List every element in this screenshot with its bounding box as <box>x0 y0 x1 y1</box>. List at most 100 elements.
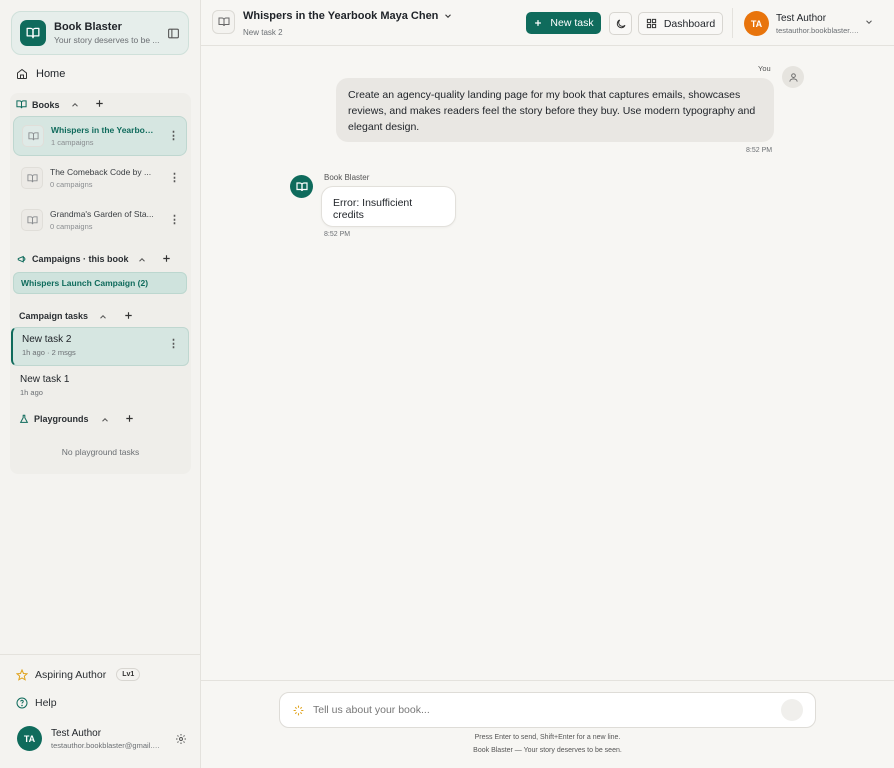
book-icon <box>218 16 230 28</box>
composer-divider <box>201 680 894 681</box>
megaphone-icon <box>17 254 27 264</box>
playgrounds-section-header: Playgrounds <box>19 414 89 424</box>
tasks-section-header: Campaign tasks <box>19 311 88 321</box>
home-label: Home <box>36 68 66 80</box>
flask-icon <box>19 414 29 424</box>
collapse-sidebar-icon[interactable] <box>167 27 180 40</box>
level-badge: Lv1 <box>116 668 141 681</box>
campaigns-section-header: Campaigns · this book <box>17 254 129 264</box>
avatar: TA <box>744 11 769 36</box>
campaigns-collapse-chevron-icon[interactable] <box>137 255 147 265</box>
book-title: Grandma's Garden of Sta... <box>50 209 154 219</box>
user-message-time: 8:52 PM <box>746 147 773 154</box>
nav-home[interactable]: Home <box>16 68 65 80</box>
send-button[interactable] <box>781 699 803 721</box>
bot-avatar-book-icon <box>290 175 313 198</box>
add-book-icon[interactable] <box>94 98 105 109</box>
app-tagline: Your story deserves to be ... <box>54 35 160 45</box>
more-options-icon[interactable]: ⋮ <box>168 130 179 142</box>
star-icon <box>16 668 28 681</box>
bot-message-time: 8:52 PM <box>324 231 351 238</box>
app-name: Book Blaster <box>54 21 122 33</box>
task-title: New task 2 <box>22 334 72 345</box>
book-title: The Comeback Code by ... <box>50 167 152 177</box>
task-title: New task 1 <box>20 374 70 385</box>
plus-icon <box>533 18 543 28</box>
task-item[interactable]: New task 1 1h ago <box>11 368 189 407</box>
level-label: Aspiring Author <box>35 668 107 681</box>
book-icon <box>21 209 43 231</box>
book-item[interactable]: Whispers in the Yearboo... 1 campaigns ⋮ <box>13 116 187 156</box>
avatar: TA <box>17 726 42 751</box>
sidebar-user[interactable]: TA Test Author testauthor.bookblaster@gm… <box>17 726 187 751</box>
top-bar: Whispers in the Yearbook Maya Chen New t… <box>201 0 894 46</box>
book-item[interactable]: The Comeback Code by ... 0 campaigns ⋮ <box>13 158 187 198</box>
more-options-icon[interactable]: ⋮ <box>168 339 179 350</box>
help-item[interactable]: Help <box>16 697 57 709</box>
bot-message: Error: Insufficient credits <box>321 186 456 227</box>
sidebar-divider <box>0 654 201 655</box>
tasks-label: Campaign tasks <box>19 311 89 321</box>
brand-card[interactable]: Book Blaster Your story deserves to be .… <box>11 11 189 55</box>
new-task-label: New task <box>550 17 594 29</box>
user-email: testauthor.bookblaster.com <box>776 25 861 35</box>
user-avatar-icon <box>782 66 804 88</box>
new-task-button[interactable]: New task <box>526 12 601 34</box>
book-toggle-button[interactable] <box>212 10 235 34</box>
chevron-down-icon[interactable] <box>864 17 874 27</box>
book-item[interactable]: Grandma's Garden of Sta... 0 campaigns ⋮ <box>13 200 187 240</box>
header-user-menu[interactable]: TA Test Author testauthor.bookblaster.co… <box>744 11 861 36</box>
campaigns-label: Campaigns · this book <box>32 254 129 264</box>
dashboard-label: Dashboard <box>663 17 716 30</box>
user-sender-label: You <box>758 64 771 73</box>
book-open-icon <box>16 99 27 110</box>
user-name: Test Author <box>776 12 827 24</box>
book-campaign-count: 1 campaigns <box>51 138 94 147</box>
playgrounds-label: Playgrounds <box>34 414 89 424</box>
add-playground-icon[interactable] <box>124 413 135 424</box>
sparkle-icon <box>292 704 305 717</box>
theme-toggle-button[interactable] <box>609 12 632 35</box>
more-options-icon[interactable]: ⋮ <box>169 214 180 226</box>
moon-icon <box>615 18 627 30</box>
book-icon <box>22 125 44 147</box>
books-section-header: Books <box>16 99 60 110</box>
add-campaign-icon[interactable] <box>161 253 172 264</box>
grid-icon <box>646 18 657 29</box>
book-campaign-count: 0 campaigns <box>50 222 93 231</box>
header-divider <box>732 8 733 38</box>
footer-tagline: Book Blaster — Your story deserves to be… <box>473 747 622 754</box>
task-meta: 1h ago · 2 msgs <box>22 348 76 357</box>
message-input[interactable] <box>313 704 781 716</box>
page-subtitle: New task 2 <box>243 28 283 37</box>
book-logo-icon <box>20 20 46 46</box>
settings-gear-icon[interactable] <box>175 733 187 745</box>
home-icon <box>16 68 28 80</box>
user-message: Create an agency-quality landing page fo… <box>336 78 774 142</box>
bot-sender-label: Book Blaster <box>324 173 370 182</box>
task-meta: 1h ago <box>20 388 43 397</box>
user-name: Test Author <box>51 727 102 739</box>
playgrounds-empty-text: No playground tasks <box>61 447 140 457</box>
dashboard-button[interactable]: Dashboard <box>638 12 723 35</box>
help-label: Help <box>35 697 57 709</box>
user-email: testauthor.bookblaster@gmail.com <box>51 740 163 750</box>
books-label: Books <box>32 99 60 110</box>
book-icon <box>21 167 43 189</box>
add-task-icon[interactable] <box>123 310 134 321</box>
task-item[interactable]: New task 2 1h ago · 2 msgs ⋮ <box>11 327 189 366</box>
tasks-collapse-chevron-icon[interactable] <box>98 312 108 322</box>
page-title: Whispers in the Yearbook Maya Chen <box>243 10 439 22</box>
book-title-dropdown[interactable]: Whispers in the Yearbook Maya Chen <box>243 10 453 22</box>
more-options-icon[interactable]: ⋮ <box>169 172 180 184</box>
book-title: Whispers in the Yearboo... <box>51 125 155 135</box>
level-item[interactable]: Aspiring Author Lv1 <box>16 668 141 681</box>
campaign-item[interactable]: Whispers Launch Campaign (2) <box>13 272 187 294</box>
sidebar: Book Blaster Your story deserves to be .… <box>0 0 201 768</box>
message-composer <box>279 692 816 728</box>
help-circle-icon <box>16 697 28 709</box>
playgrounds-collapse-chevron-icon[interactable] <box>100 415 110 425</box>
book-campaign-count: 0 campaigns <box>50 180 93 189</box>
books-collapse-chevron-icon[interactable] <box>70 100 80 110</box>
chevron-down-icon <box>443 11 453 21</box>
